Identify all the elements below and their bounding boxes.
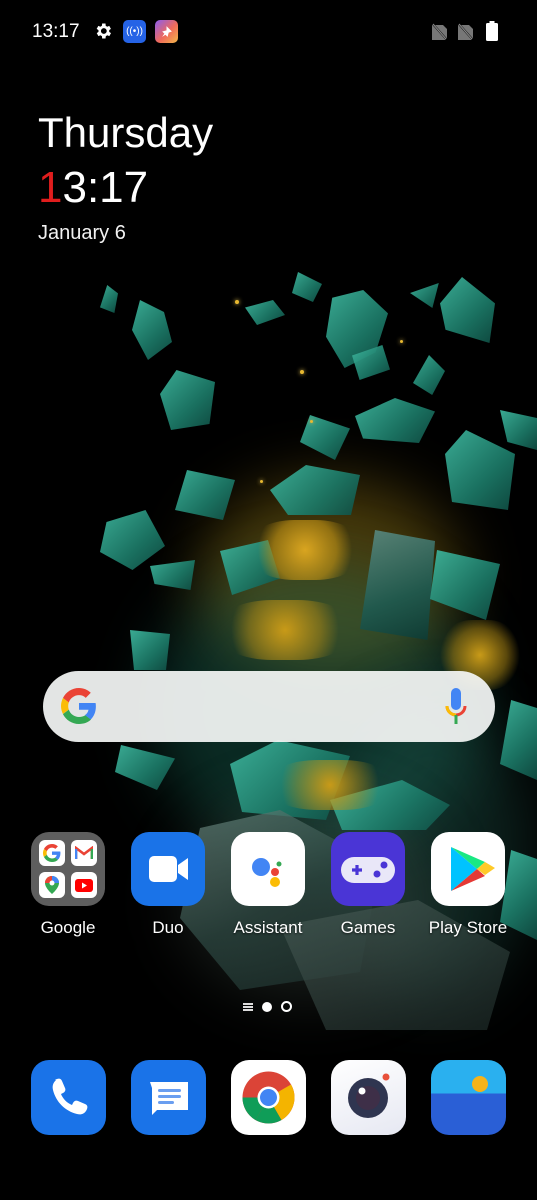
- app-google-folder[interactable]: Google: [23, 832, 113, 938]
- app-duo[interactable]: Duo: [123, 832, 213, 938]
- clock-widget[interactable]: Thursday 13:17 January 6: [38, 108, 213, 246]
- clock-time-rest: 3:17: [62, 163, 149, 212]
- app-label: Duo: [152, 918, 184, 937]
- app-label: Assistant: [233, 918, 303, 937]
- google-folder-icon: [31, 832, 105, 906]
- app-assistant[interactable]: Assistant: [223, 832, 313, 938]
- app-notification-icon: [155, 20, 178, 43]
- page-dot-inactive[interactable]: [281, 1001, 292, 1012]
- messages-icon[interactable]: [131, 1060, 206, 1135]
- phone-icon[interactable]: [31, 1060, 106, 1135]
- gallery-icon[interactable]: [431, 1060, 506, 1135]
- battery-icon: [486, 21, 498, 41]
- status-time: 13:17: [32, 21, 80, 42]
- clock-hour-first-digit: 1: [38, 163, 63, 212]
- page-indicator[interactable]: [243, 1001, 292, 1012]
- google-search-bar[interactable]: [43, 671, 495, 742]
- date-label: January 6: [38, 222, 126, 244]
- no-sim-icon: [432, 23, 447, 40]
- app-label: Games: [340, 918, 396, 937]
- app-play-store[interactable]: Play Store: [423, 832, 513, 938]
- settings-icon: [96, 23, 111, 39]
- chrome-icon[interactable]: [231, 1060, 306, 1135]
- app-games[interactable]: Games: [323, 832, 413, 938]
- app-label: Play Store: [428, 918, 508, 937]
- no-sim-icon: [458, 23, 473, 40]
- page-dot-active[interactable]: [262, 1001, 272, 1012]
- weekday-label: Thursday: [38, 109, 214, 156]
- assistant-icon: [231, 832, 305, 906]
- app-label: Google: [40, 918, 96, 937]
- hotspot-icon: ((•)): [123, 20, 146, 43]
- status-bar: 13:17 ((•)): [0, 0, 537, 64]
- app-drawer-indicator-icon[interactable]: [243, 1002, 253, 1011]
- games-icon: [331, 832, 405, 906]
- play-store-icon: [431, 832, 505, 906]
- duo-icon: [131, 832, 205, 906]
- clock-time: 13:17: [38, 162, 213, 214]
- camera-icon[interactable]: [331, 1060, 406, 1135]
- google-g-icon: [61, 688, 96, 724]
- mic-icon[interactable]: [445, 688, 467, 726]
